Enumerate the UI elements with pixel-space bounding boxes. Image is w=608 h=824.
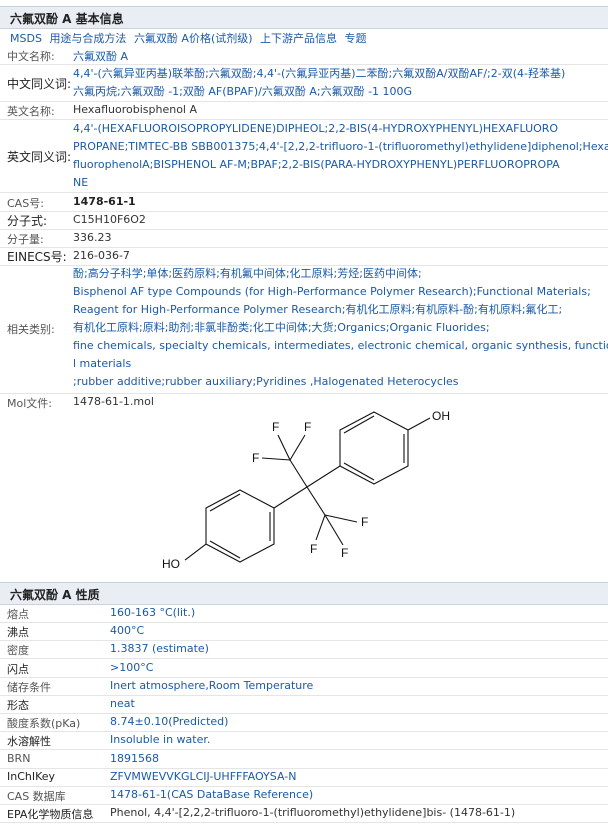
row-cas-database: CAS 数据库 1478-61-1(CAS DataBase Reference) xyxy=(0,786,608,805)
mw-value: 336.23 xyxy=(73,231,112,244)
category-line[interactable]: ;rubber additive;rubber auxiliary;Pyridi… xyxy=(73,373,608,391)
boiling-point-value: 400°C xyxy=(110,624,145,638)
boiling-point-label: 沸点 xyxy=(7,626,29,640)
water-solubility-value: Insoluble in water. xyxy=(110,733,211,747)
row-mw: 分子量: 336.23 xyxy=(0,229,608,248)
row-boiling-point: 沸点 400°C xyxy=(0,622,608,642)
density-label: 密度 xyxy=(7,644,29,658)
cas-value: 1478-61-1 xyxy=(73,195,136,208)
atom-label: F xyxy=(361,515,368,529)
water-solubility-label: 水溶解性 xyxy=(7,735,51,749)
cn-name-label: 中文名称: xyxy=(7,50,55,63)
row-einecs: EINECS号: 216-036-7 xyxy=(0,247,608,266)
atom-label: OH xyxy=(432,409,450,423)
link-usage-synthesis[interactable]: 用途与合成方法 xyxy=(49,32,126,45)
category-line[interactable]: 有机化工原料;原料;助剂;非氯非酚类;化工中间体;大货;Organics;Org… xyxy=(73,319,608,337)
link-upstream-downstream[interactable]: 上下游产品信息 xyxy=(260,32,337,45)
cn-syn-line: 六氟丙烷;六氟双酚 -1;双酚 AF(BPAF)/六氟双酚 A;六氟双酚 -1 … xyxy=(73,85,413,98)
brn-label: BRN xyxy=(7,751,31,765)
link-price[interactable]: 六氟双酚 A价格(试剂级) xyxy=(134,32,253,45)
row-formula: 分子式: C15H10F6O2 xyxy=(0,211,608,230)
category-line[interactable]: l materials xyxy=(73,355,608,373)
chemical-structure-image: OH HO F F F F F F xyxy=(162,409,450,571)
properties-header: 六氟双酚 A 性质 xyxy=(0,582,608,605)
row-cn-synonyms: 中文同义词: 4,4'-(六氟异亚丙基)联苯酚;六氟双酚;4,4'-(六氟异亚丙… xyxy=(0,65,608,102)
properties-title: 六氟双酚 A 性质 xyxy=(10,588,100,602)
form-label: 形态 xyxy=(7,699,29,712)
atom-label: HO xyxy=(162,557,180,571)
inchikey-value[interactable]: ZFVMWEVVKGLCIJ-UHFFFAOYSA-N xyxy=(110,770,296,783)
row-density: 密度 1.3837 (estimate) xyxy=(0,640,608,660)
melting-point-value: 160-163 °C(lit.) xyxy=(110,606,196,619)
melting-point-label: 熔点 xyxy=(7,608,29,621)
row-inchikey: InChIKey ZFVMWEVVKGLCIJ-UHFFFAOYSA-N xyxy=(0,768,608,787)
category-line[interactable]: 酚;高分子科学;单体;医药原料;有机氟中间体;化工原料;芳烃;医药中间体; xyxy=(73,265,608,283)
category-label: 相关类别: xyxy=(7,323,55,336)
category-line[interactable]: fine chemicals, specialty chemicals, int… xyxy=(73,337,608,355)
row-cn-name: 中文名称: 六氟双酚 A xyxy=(0,46,608,65)
quick-links: MSDS 用途与合成方法 六氟双酚 A价格(试剂级) 上下游产品信息 专题 xyxy=(10,30,367,46)
link-msds[interactable]: MSDS xyxy=(10,32,42,45)
en-syn-line: NE xyxy=(73,176,89,189)
cas-database-value[interactable]: 1478-61-1(CAS DataBase Reference) xyxy=(110,788,313,801)
density-value: 1.3837 (estimate) xyxy=(110,642,209,656)
inchikey-label: InChIKey xyxy=(7,769,56,783)
basic-info-title: 六氟双酚 A 基本信息 xyxy=(10,12,124,26)
atom-label: F xyxy=(310,542,317,556)
basic-info-header: 六氟双酚 A 基本信息 xyxy=(0,6,608,29)
category-line[interactable]: Reagent for High-Performance Polymer Res… xyxy=(73,301,608,319)
epa-info-value[interactable]: Phenol, 4,4'-[2,2,2-trifluoro-1-(trifluo… xyxy=(110,806,515,819)
row-brn: BRN 1891568 xyxy=(0,750,608,769)
form-value: neat xyxy=(110,697,135,710)
row-storage-conditions: 储存条件 Inert atmosphere,Room Temperature xyxy=(0,677,608,696)
row-cas: CAS号: 1478-61-1 xyxy=(0,193,608,212)
atom-label: F xyxy=(341,546,348,560)
formula-value: C15H10F6O2 xyxy=(73,213,146,226)
row-pka: 酸度系数(pKa) 8.74±0.10(Predicted) xyxy=(0,713,608,733)
cas-database-label: CAS 数据库 xyxy=(7,790,66,803)
row-flash-point: 闪点 >100°C xyxy=(0,659,608,678)
cn-syn-line: 4,4'-(六氟异亚丙基)联苯酚;六氟双酚;4,4'-(六氟异亚丙基)二苯酚;六… xyxy=(73,67,566,80)
row-category: 相关类别: 酚;高分子科学;单体;医药原料;有机氟中间体;化工原料;芳烃;医药中… xyxy=(0,265,608,394)
row-melting-point: 熔点 160-163 °C(lit.) xyxy=(0,604,608,623)
storage-conditions-label: 储存条件 xyxy=(7,680,51,694)
pka-label: 酸度系数(pKa) xyxy=(7,717,81,731)
mol-label: Mol文件: xyxy=(7,397,52,410)
pka-value: 8.74±0.10(Predicted) xyxy=(110,715,229,729)
cn-name-value[interactable]: 六氟双酚 A xyxy=(73,48,608,64)
row-en-synonyms: 英文同义词: 4,4'-(HEXAFLUOROISOPROPYLIDENE)DI… xyxy=(0,120,608,193)
cas-label: CAS号: xyxy=(7,197,44,210)
category-value: 酚;高分子科学;单体;医药原料;有机氟中间体;化工原料;芳烃;医药中间体; Bi… xyxy=(73,265,608,391)
en-name-value: Hexafluorobisphenol A xyxy=(73,103,198,116)
einecs-value: 216-036-7 xyxy=(73,249,130,262)
cn-syn-label: 中文同义词: xyxy=(7,77,72,91)
cn-syn-value: 4,4'-(六氟异亚丙基)联苯酚;六氟双酚;4,4'-(六氟异亚丙基)二苯酚;六… xyxy=(73,65,608,101)
atom-label: F xyxy=(252,451,259,465)
storage-conditions-value: Inert atmosphere,Room Temperature xyxy=(110,678,314,692)
en-name-label: 英文名称: xyxy=(7,105,55,118)
link-topic[interactable]: 专题 xyxy=(345,32,367,45)
row-epa-info: EPA化学物质信息 Phenol, 4,4'-[2,2,2-trifluoro-1… xyxy=(0,804,608,824)
row-form: 形态 neat xyxy=(0,695,608,714)
row-water-solubility: 水溶解性 Insoluble in water. xyxy=(0,731,608,751)
category-line[interactable]: Bisphenol AF type Compounds (for High-Pe… xyxy=(73,283,608,301)
epa-info-label: EPA化学物质信息 xyxy=(7,808,94,822)
mw-label: 分子量: xyxy=(7,233,44,246)
en-syn-line: 4,4'-(HEXAFLUOROISOPROPYLIDENE)DIPHEOL;2… xyxy=(73,122,559,135)
en-syn-line: PROPANE;TIMTEC-BB SBB001375;4,4'-[2,2,2-… xyxy=(73,140,608,153)
einecs-label: EINECS号: xyxy=(7,250,67,264)
flash-point-label: 闪点 xyxy=(7,662,29,676)
atom-label: F xyxy=(304,420,311,434)
formula-label: 分子式: xyxy=(7,214,48,228)
atom-label: F xyxy=(272,420,279,434)
flash-point-value: >100°C xyxy=(110,660,154,674)
en-syn-value: 4,4'-(HEXAFLUOROISOPROPYLIDENE)DIPHEOL;2… xyxy=(73,120,608,192)
en-syn-line: fluorophenolA;BISPHENOL AF-M;BPAF;2,2-BI… xyxy=(73,158,560,171)
en-syn-label: 英文同义词: xyxy=(7,150,72,164)
row-en-name: 英文名称: Hexafluorobisphenol A xyxy=(0,101,608,120)
brn-value: 1891568 xyxy=(110,751,159,765)
